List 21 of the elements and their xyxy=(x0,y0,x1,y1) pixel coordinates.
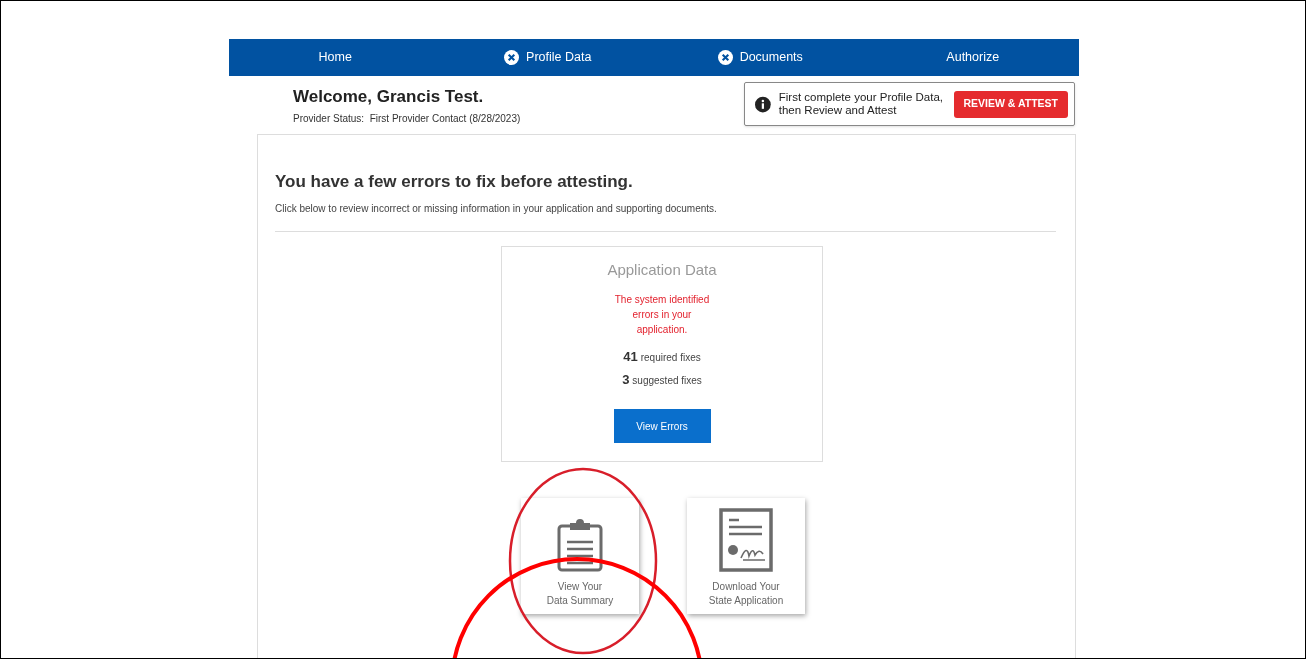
nav-tab[interactable]: Documents xyxy=(654,39,867,76)
nav-tab[interactable]: Profile Data xyxy=(441,39,654,76)
info-icon xyxy=(755,95,771,113)
data-summary-tile[interactable]: View Your Data Summary xyxy=(521,497,639,614)
fix-count: 41 xyxy=(623,348,638,366)
view-errors-button[interactable]: View Errors xyxy=(613,409,711,443)
certificate-icon xyxy=(719,507,773,572)
fix-count: 3 xyxy=(622,370,630,389)
fix-label: required fixes xyxy=(640,351,701,365)
notice-text: First complete your Profile Data, then Review and Attest xyxy=(778,91,944,117)
fix-label: suggested fixes xyxy=(632,373,702,388)
nav-tab[interactable]: Home xyxy=(229,39,442,76)
card-title: Application Data xyxy=(607,259,717,280)
errors-heading: You have a few errors to fix before attesting. xyxy=(275,171,634,193)
welcome-heading: Welcome, Grancis Test. xyxy=(293,86,485,108)
error-message: The system identified errors in your application. xyxy=(613,293,711,337)
state-application-tile[interactable]: Download Your State Application xyxy=(687,497,805,614)
provider-status: Provider Status: First Provider Contact (8/28/2023) xyxy=(293,111,521,126)
nav-tab[interactable]: Authorize xyxy=(866,39,1079,76)
review-attest-button[interactable]: REVIEW & ATTEST xyxy=(953,90,1068,118)
errors-description: Click below to review incorrect or missing information in your application and supporting documents. xyxy=(275,201,718,216)
